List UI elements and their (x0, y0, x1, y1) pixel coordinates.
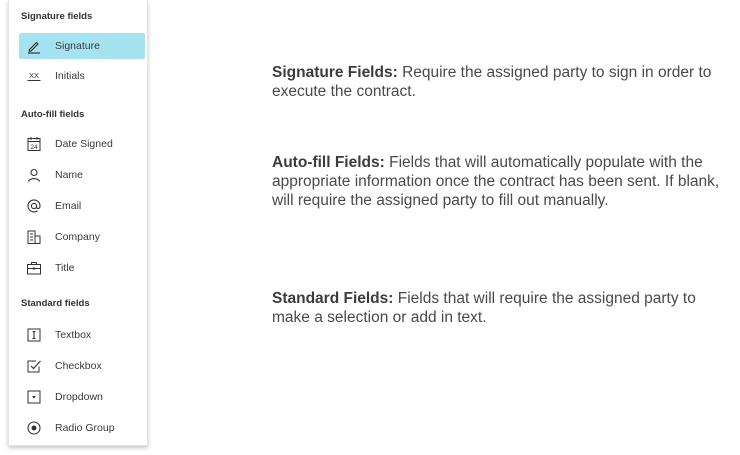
signature-fields-description: Signature Fields: Require the assigned p… (272, 63, 734, 101)
field-item-checkbox[interactable]: Checkbox (19, 353, 145, 379)
field-item-signature[interactable]: Signature (19, 33, 145, 59)
briefcase-icon (26, 260, 42, 276)
description-term: Standard Fields: (272, 290, 394, 307)
field-item-date-signed[interactable]: 24 Date Signed (19, 131, 145, 157)
field-item-label: Textbox (55, 329, 92, 341)
section-title-standard-fields: Standard fields (21, 298, 90, 309)
field-item-label: Initials (55, 70, 85, 82)
initials-icon: XX (26, 68, 42, 84)
field-item-label: Radio Group (55, 422, 115, 434)
field-item-email[interactable]: Email (19, 193, 145, 219)
description-term: Auto-fill Fields: (272, 154, 385, 171)
field-palette: Signature fields Signature XX Initials A… (8, 0, 148, 446)
field-item-name[interactable]: Name (19, 162, 145, 188)
field-item-title[interactable]: Title (19, 255, 145, 281)
standard-fields-description: Standard Fields: Fields that will requir… (272, 289, 734, 327)
radio-icon (26, 420, 42, 436)
checkbox-icon (26, 358, 42, 374)
auto-fill-fields-description: Auto-fill Fields: Fields that will autom… (272, 153, 734, 210)
field-item-radio-group[interactable]: Radio Group (19, 415, 145, 441)
section-title-auto-fill-fields: Auto-fill fields (21, 109, 85, 120)
field-item-textbox[interactable]: Textbox (19, 322, 145, 348)
calendar-icon: 24 (26, 136, 42, 152)
field-item-initials[interactable]: XX Initials (19, 63, 145, 89)
field-item-company[interactable]: Company (19, 224, 145, 250)
person-icon (26, 167, 42, 183)
field-item-label: Name (55, 169, 84, 181)
field-item-label: Checkbox (55, 360, 102, 372)
field-item-label: Title (55, 262, 75, 274)
dropdown-icon (26, 389, 42, 405)
field-item-label: Email (55, 200, 82, 212)
section-title-signature-fields: Signature fields (21, 11, 93, 22)
at-icon (26, 198, 42, 214)
textbox-icon (26, 327, 42, 343)
building-icon (26, 229, 42, 245)
field-item-label: Company (55, 231, 100, 243)
field-item-label: Signature (55, 40, 100, 52)
svg-text:24: 24 (30, 144, 38, 151)
field-item-label: Dropdown (55, 391, 103, 403)
field-item-dropdown[interactable]: Dropdown (19, 384, 145, 410)
field-item-label: Date Signed (55, 138, 113, 150)
svg-text:XX: XX (29, 71, 39, 80)
pen-icon (26, 38, 42, 54)
description-term: Signature Fields: (272, 64, 398, 81)
